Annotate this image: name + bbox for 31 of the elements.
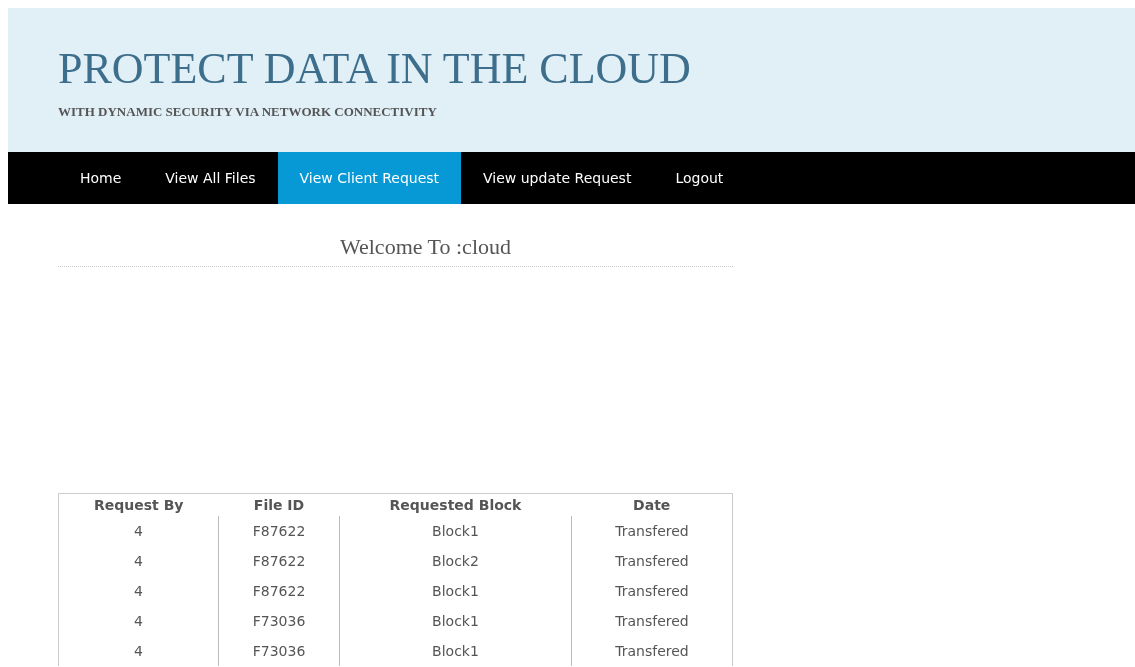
nav-tab[interactable]: Logout — [653, 152, 746, 204]
table-cell: F87622 — [218, 576, 340, 606]
column-header: Request By — [59, 494, 219, 516]
table-cell: Block1 — [339, 606, 572, 636]
table-cell: F73036 — [218, 606, 340, 636]
site-subtitle: WITH DYNAMIC SECURITY VIA NETWORK CONNECTIVITY — [58, 104, 437, 120]
table-cell: Transfered — [571, 546, 732, 576]
site-title: PROTECT DATA IN THE CLOUD — [58, 43, 691, 92]
table-cell: Block1 — [339, 516, 572, 546]
table-cell: 4 — [59, 516, 219, 546]
table-cell: 4 — [59, 546, 219, 576]
table-cell: 4 — [59, 636, 219, 666]
table-cell: 4 — [59, 576, 219, 606]
table-cell: Transfered — [571, 516, 732, 546]
welcome-heading: Welcome To :cloud — [280, 234, 511, 267]
nav-tab[interactable]: View update Request — [461, 152, 654, 204]
column-header: File ID — [218, 494, 340, 516]
table-cell: Block1 — [339, 636, 572, 666]
nav-tab[interactable]: Home — [58, 152, 144, 204]
table-cell: F87622 — [218, 516, 340, 546]
table-cell: F73036 — [218, 636, 340, 666]
table-cell: F87622 — [218, 546, 340, 576]
table-cell: Block2 — [339, 546, 572, 576]
nav-tab[interactable]: View All Files — [143, 152, 278, 204]
column-header: Requested Block — [339, 494, 572, 516]
table-cell: 4 — [59, 606, 219, 636]
table-cell: Transfered — [571, 606, 732, 636]
table-cell: Transfered — [571, 636, 732, 666]
table-cell: Transfered — [571, 576, 732, 606]
column-header: Date — [571, 494, 732, 516]
table-cell: Block1 — [339, 576, 572, 606]
